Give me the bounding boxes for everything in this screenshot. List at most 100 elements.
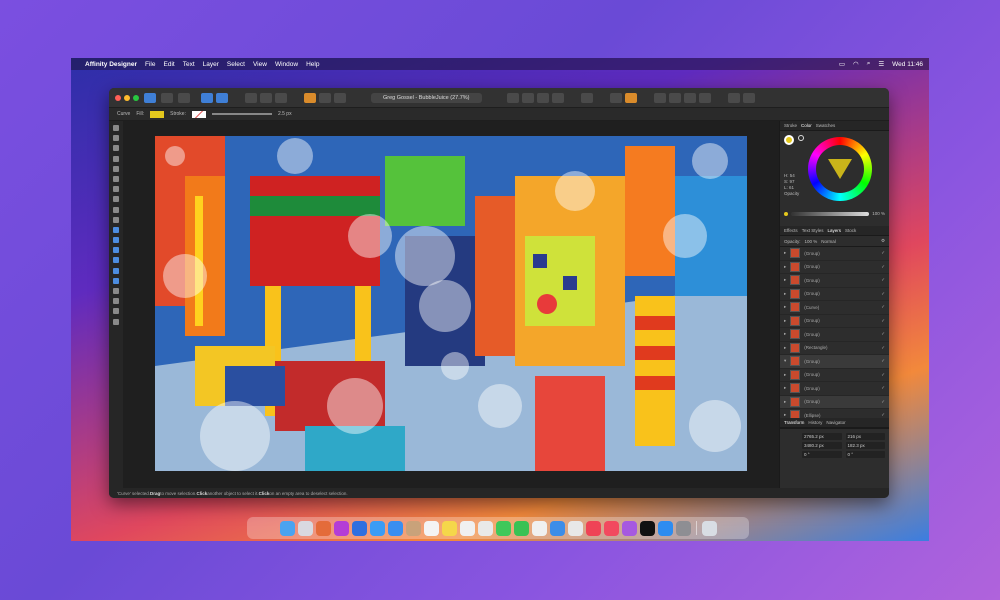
color-wheel[interactable]: [808, 137, 872, 201]
designer-persona-icon[interactable]: [144, 92, 156, 103]
menu-help[interactable]: Help: [306, 61, 319, 68]
fill-tool-icon[interactable]: [113, 196, 119, 203]
zoom-button[interactable]: [133, 94, 139, 101]
layer-row[interactable]: ▸ (Group) ✓: [780, 288, 889, 301]
order-icon[interactable]: [334, 92, 346, 103]
affinity-photo-icon[interactable]: [315, 520, 331, 536]
close-button[interactable]: [115, 94, 121, 101]
pixel-persona-icon[interactable]: [161, 92, 173, 103]
stroke-width-slider[interactable]: [211, 113, 272, 115]
expand-arrow-icon[interactable]: ▸: [784, 304, 786, 310]
menu-select[interactable]: Select: [227, 61, 245, 68]
view-mode-icon[interactable]: [201, 92, 213, 103]
menu-window[interactable]: Window: [275, 61, 298, 68]
news-icon[interactable]: [585, 520, 601, 536]
expand-arrow-icon[interactable]: ▸: [784, 345, 786, 351]
textedit-icon[interactable]: [567, 520, 583, 536]
distribute-icon[interactable]: [275, 92, 287, 103]
layer-row[interactable]: ▸ (Ellipse) ✓: [780, 409, 889, 418]
rotate-icon[interactable]: [536, 92, 549, 103]
mail-icon[interactable]: [387, 520, 403, 536]
node-tool-icon[interactable]: [113, 135, 119, 142]
visibility-check-icon[interactable]: ✓: [881, 345, 885, 351]
visibility-check-icon[interactable]: ✓: [881, 385, 885, 391]
calendar-icon[interactable]: [423, 520, 439, 536]
reminders-icon[interactable]: [459, 520, 475, 536]
zoom-tool-icon[interactable]: [113, 318, 119, 325]
layer-row[interactable]: ▸ (Group) ✓: [780, 261, 889, 274]
visibility-check-icon[interactable]: ✓: [881, 318, 885, 324]
tab-history[interactable]: History: [808, 420, 822, 425]
layer-row[interactable]: ▸ (Group) ✓: [780, 247, 889, 261]
tab-text-styles[interactable]: Text Styles: [802, 228, 824, 233]
search-icon[interactable]: ⌕: [867, 60, 871, 68]
opacity-value[interactable]: 100 %: [872, 211, 885, 216]
visibility-check-icon[interactable]: ✓: [881, 277, 885, 283]
visibility-check-icon[interactable]: ✓: [881, 331, 885, 337]
minimize-button[interactable]: [124, 94, 130, 101]
snapping-icon[interactable]: [245, 92, 257, 103]
color-picker-icon[interactable]: [113, 298, 119, 305]
rectangle-tool-icon[interactable]: [113, 237, 119, 244]
photos-icon[interactable]: [477, 520, 493, 536]
layer-row[interactable]: ▸ (Group) ✓: [780, 274, 889, 288]
trash-icon[interactable]: [701, 520, 717, 536]
tab-swatches[interactable]: Swatches: [816, 123, 836, 128]
height-field[interactable]: 182.3 px: [845, 442, 885, 449]
visibility-check-icon[interactable]: ✓: [881, 264, 885, 270]
flip-horizontal-icon[interactable]: [506, 92, 519, 103]
expand-arrow-icon[interactable]: ▸: [784, 385, 786, 391]
visibility-check-icon[interactable]: ✓: [881, 304, 885, 310]
contour-tool-icon[interactable]: [113, 145, 119, 152]
visibility-check-icon[interactable]: ✓: [881, 399, 885, 405]
control-center-icon[interactable]: ☰: [878, 60, 884, 68]
visibility-check-icon[interactable]: ✓: [881, 291, 885, 297]
export-persona-icon[interactable]: [178, 92, 190, 103]
rotation-field[interactable]: 0 °: [802, 451, 842, 458]
expand-arrow-icon[interactable]: ▸: [784, 331, 786, 337]
move-tool-icon[interactable]: [113, 125, 119, 131]
tab-stroke[interactable]: Stroke: [784, 123, 797, 128]
pencil-tool-icon[interactable]: [113, 175, 119, 182]
menu-text[interactable]: Text: [183, 61, 195, 68]
menu-layer[interactable]: Layer: [203, 61, 219, 68]
affinity-publisher-icon[interactable]: [333, 520, 349, 536]
tab-layers[interactable]: Layers: [827, 228, 841, 233]
expand-arrow-icon[interactable]: ▸: [784, 277, 786, 283]
x-field[interactable]: 2765.2 px: [802, 433, 842, 440]
battery-icon[interactable]: ▭: [839, 60, 845, 68]
flip-vertical-icon[interactable]: [521, 92, 534, 103]
canvas-area[interactable]: [123, 121, 779, 488]
fill-swatch[interactable]: [150, 110, 165, 118]
expand-arrow-icon[interactable]: ▾: [784, 358, 786, 364]
stroke-width-value[interactable]: 2.5 px: [278, 111, 292, 117]
podcasts-icon[interactable]: [621, 520, 637, 536]
app-store-icon[interactable]: [657, 520, 673, 536]
layer-row[interactable]: ▸ (Group) ✓: [780, 328, 889, 342]
layer-row[interactable]: ▸ (Group) ✓: [780, 315, 889, 328]
layer-row[interactable]: ▸ (Rectangle) ✓: [780, 342, 889, 355]
intersect-icon[interactable]: [683, 92, 696, 103]
visibility-check-icon[interactable]: ✓: [881, 250, 885, 256]
tab-transform[interactable]: Transform: [784, 420, 804, 425]
music-icon[interactable]: [603, 520, 619, 536]
tab-effects[interactable]: Effects: [784, 228, 798, 233]
rounded-rectangle-icon[interactable]: [113, 257, 119, 264]
corner-tool-icon[interactable]: [113, 155, 119, 162]
add-icon[interactable]: [653, 92, 666, 103]
contacts-icon[interactable]: [405, 520, 421, 536]
affinity-designer-icon[interactable]: [351, 520, 367, 536]
layer-row[interactable]: ▸ (Group) ✓: [780, 382, 889, 396]
ellipse-tool-icon[interactable]: [113, 247, 119, 254]
stroke-color-well[interactable]: [798, 135, 804, 141]
bring-forward-icon[interactable]: [580, 92, 593, 103]
facetime-icon[interactable]: [513, 520, 529, 536]
stroke-swatch[interactable]: [191, 110, 206, 118]
expand-arrow-icon[interactable]: ▸: [784, 291, 786, 297]
divide-icon[interactable]: [698, 92, 711, 103]
rotate-ccw-icon[interactable]: [551, 92, 564, 103]
view-tool-icon[interactable]: [113, 308, 119, 315]
triangle-tool-icon[interactable]: [113, 277, 119, 284]
shape-tool-icon[interactable]: [113, 267, 119, 274]
tab-stock[interactable]: Stock: [845, 228, 856, 233]
